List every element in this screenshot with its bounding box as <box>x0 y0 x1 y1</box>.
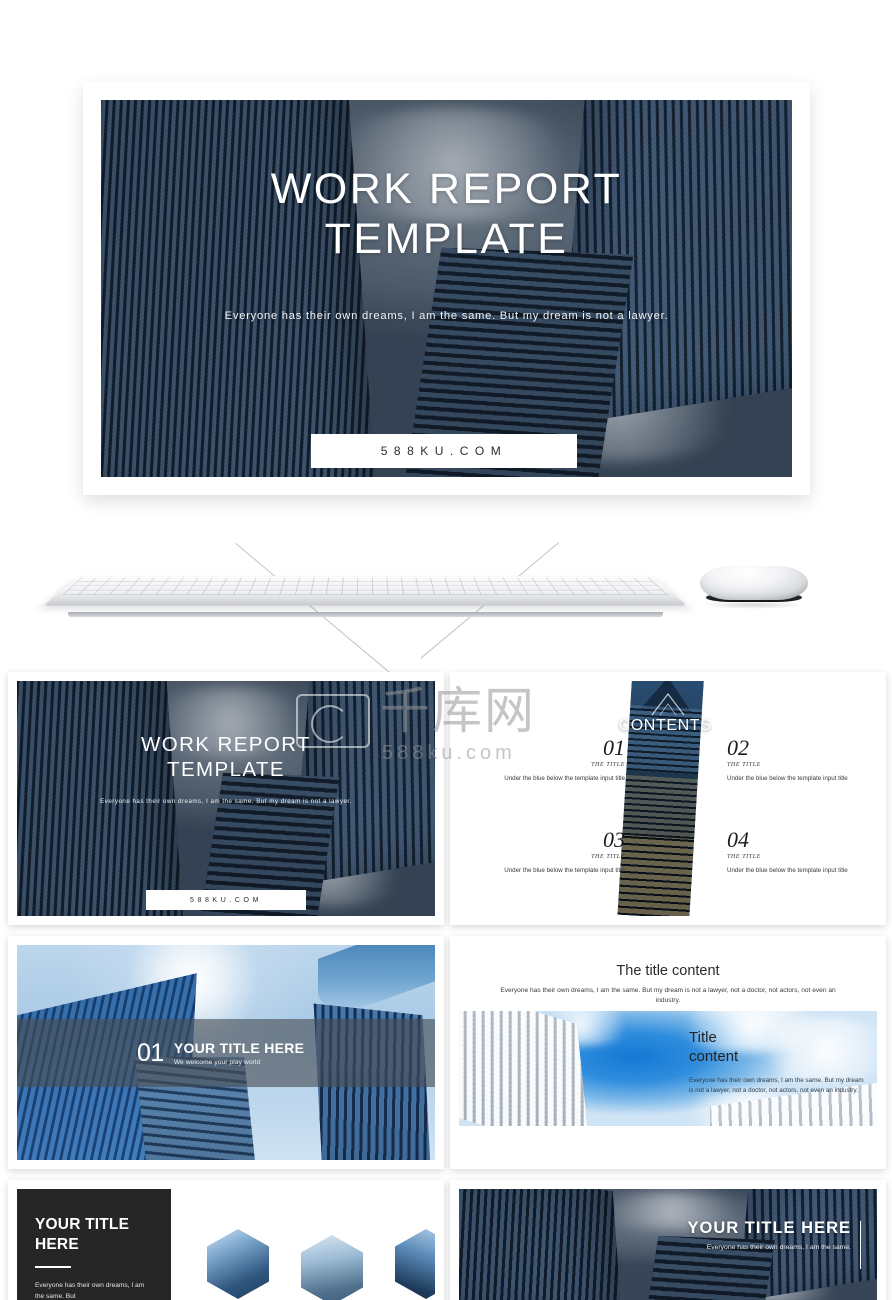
slide3-number: 01 <box>137 1038 164 1067</box>
slide-thumb-1[interactable]: WORK REPORT TEMPLATE Everyone has their … <box>8 672 444 925</box>
contents-item-number: 03 <box>603 827 625 852</box>
hero-image-overlay <box>101 100 792 477</box>
slide4-header: The title content Everyone has their own… <box>459 945 877 1011</box>
slide2-heading: CONTENTS <box>618 717 712 734</box>
slide4-overlay-desc: Everyone has their own dreams, I am the … <box>689 1076 864 1094</box>
contents-item-label: THE TITLE <box>727 762 761 768</box>
slide1-brand-text: 588KU.COM <box>189 896 263 904</box>
slide4-image: Title content Everyone has their own dre… <box>459 1011 877 1126</box>
slide1-title-line2: TEMPLATE <box>167 757 285 781</box>
contents-item-number: 01 <box>603 735 625 760</box>
contents-item-04[interactable]: 04 THE TITLE Under the blue below the te… <box>727 829 873 875</box>
contents-item-desc: Under the blue below the template input … <box>727 867 848 874</box>
slide4-overlay-title-line2: content <box>689 1047 739 1065</box>
contents-item-desc: Under the blue below the template input … <box>504 775 625 782</box>
contents-item-03[interactable]: 03 THE TITLE Under the blue below the te… <box>479 829 625 875</box>
slide4-overlay-title-line1: Title <box>689 1029 717 1046</box>
presentation-preview-page: WORK REPORT TEMPLATE Everyone has their … <box>0 0 892 1300</box>
contents-item-number: 02 <box>727 735 749 760</box>
slide5-title: YOUR TITLE HERE <box>35 1215 153 1255</box>
slide-thumb-5[interactable]: YOUR TITLE HERE Everyone has their own d… <box>8 1180 444 1300</box>
hero-slide-image: WORK REPORT TEMPLATE Everyone has their … <box>101 100 792 477</box>
keyboard-device <box>43 566 687 617</box>
contents-item-02[interactable]: 02 THE TITLE Under the blue below the te… <box>727 737 873 783</box>
slide5-dark-panel: YOUR TITLE HERE Everyone has their own d… <box>17 1189 171 1300</box>
slide4-title: The title content <box>616 963 720 979</box>
contents-item-number: 04 <box>727 827 749 852</box>
slide6-title: YOUR TITLE HERE <box>687 1219 851 1237</box>
slide5-hex-area <box>171 1189 435 1300</box>
hero-subtitle: Everyone has their own dreams, I am the … <box>224 310 669 322</box>
slide5-title-line2: HERE <box>35 1235 79 1253</box>
slide-thumb-1-image: WORK REPORT TEMPLATE Everyone has their … <box>17 681 435 916</box>
slide6-subtitle: Everyone has their own dreams, I am the … <box>706 1244 851 1251</box>
slide6-text-block: YOUR TITLE HERE Everyone has their own d… <box>637 1219 861 1269</box>
slide-thumb-2-body: CONTENTS 01 THE TITLE Under the blue bel… <box>459 681 877 916</box>
slide3-title-band: 01 YOUR TITLE HERE We welcome your play … <box>17 1019 435 1087</box>
contents-item-label: THE TITLE <box>591 854 625 860</box>
slide4-desc: Everyone has their own dreams, I am the … <box>500 987 836 1005</box>
slide5-title-line1: YOUR TITLE <box>35 1216 130 1233</box>
slide4-footer <box>459 1140 877 1160</box>
slide-thumb-6[interactable]: YOUR TITLE HERE Everyone has their own d… <box>450 1180 886 1300</box>
hexagon-photo-3 <box>395 1229 435 1299</box>
contents-item-desc: Under the blue below the template input … <box>504 867 625 874</box>
slide5-divider <box>35 1265 71 1268</box>
hero-title-group: WORK REPORT TEMPLATE <box>101 164 792 265</box>
slide3-title: YOUR TITLE HERE <box>173 1040 305 1056</box>
contents-item-label: THE TITLE <box>727 854 761 860</box>
mouse-device <box>700 566 808 610</box>
slide5-desc: Everyone has their own dreams, I am the … <box>35 1281 145 1300</box>
slide-thumb-5-body: YOUR TITLE HERE Everyone has their own d… <box>17 1189 435 1300</box>
slide-thumb-4-body: The title content Everyone has their own… <box>459 945 877 1160</box>
hexagon-photo-1 <box>207 1229 269 1299</box>
slide1-title-line1: WORK REPORT <box>141 733 311 756</box>
slide-thumb-2[interactable]: CONTENTS 01 THE TITLE Under the blue bel… <box>450 672 886 925</box>
hexagon-photo-2 <box>301 1235 363 1300</box>
slide6-accent-bar <box>860 1221 861 1269</box>
slide-thumb-3[interactable]: 01 YOUR TITLE HERE We welcome your play … <box>8 936 444 1169</box>
hero-brand-text: 588KU.COM <box>380 444 508 458</box>
contents-item-desc: Under the blue below the template input … <box>727 775 848 782</box>
slide3-subtitle: We welcome your play world <box>173 1059 261 1066</box>
mountain-icon <box>651 693 685 716</box>
contents-item-01[interactable]: 01 THE TITLE Under the blue below the te… <box>479 737 625 783</box>
slide-thumb-4[interactable]: The title content Everyone has their own… <box>450 936 886 1169</box>
slide1-title: WORK REPORT TEMPLATE <box>17 733 435 782</box>
contents-item-label: THE TITLE <box>591 762 625 768</box>
slide4-overlay-text: Title content Everyone has their own dre… <box>689 1029 869 1096</box>
hero-brand-band: 588KU.COM <box>311 434 577 468</box>
slide1-subtitle: Everyone has their own dreams, I am the … <box>100 798 352 805</box>
slide-thumb-6-image: YOUR TITLE HERE Everyone has their own d… <box>459 1189 877 1300</box>
slide1-brand-band: 588KU.COM <box>146 890 306 910</box>
hero-title-line1: WORK REPORT <box>270 165 623 213</box>
slide-thumb-3-image: 01 YOUR TITLE HERE We welcome your play … <box>17 945 435 1160</box>
hero-slide-frame[interactable]: WORK REPORT TEMPLATE Everyone has their … <box>83 82 810 495</box>
hero-title-line2: TEMPLATE <box>324 215 569 264</box>
